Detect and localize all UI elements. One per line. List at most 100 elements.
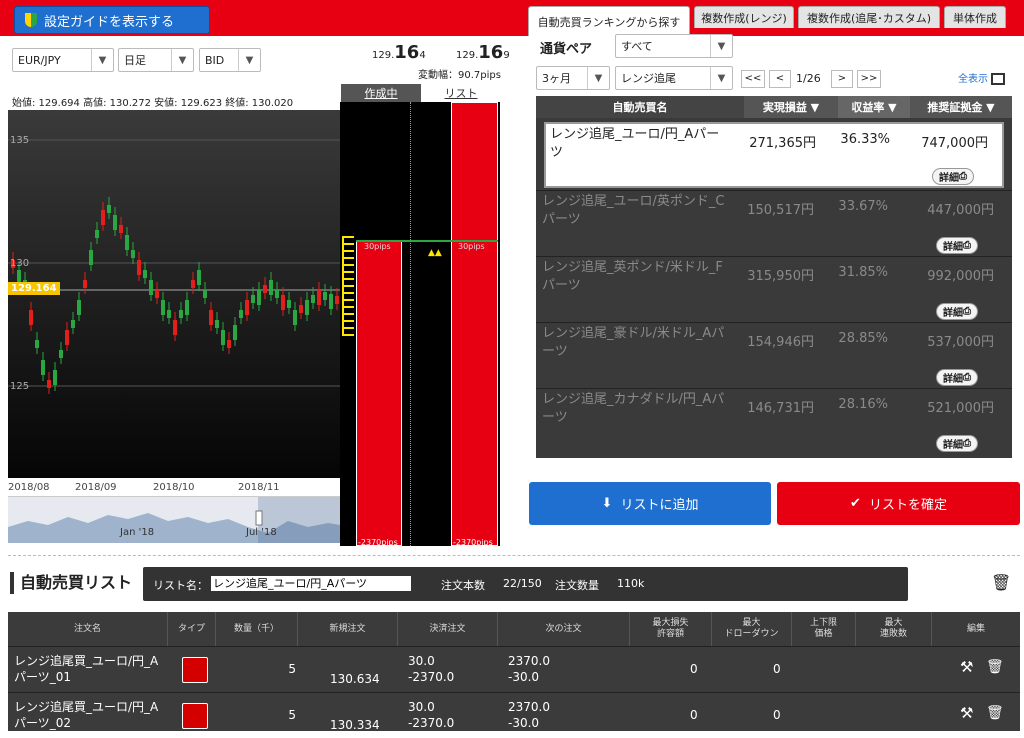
pager-prev[interactable]: < [769, 70, 791, 88]
add-to-list-button[interactable]: ⬇ リストに追加 [529, 482, 771, 525]
detail-button[interactable]: 詳細 ⎙ [936, 237, 978, 254]
order-panel[interactable]: 30pips 30pips -2370pips -2370pips ▲▲ [340, 102, 500, 547]
delete-icon[interactable]: 🗑 [986, 659, 1004, 675]
x-label: 2018/08 [8, 482, 50, 493]
tab-multi-custom[interactable]: 複数作成(追尾･カスタム) [798, 6, 940, 28]
candle-body [293, 310, 297, 325]
pager-next[interactable]: > [831, 70, 853, 88]
chevron-down-icon: ▼ [238, 49, 260, 71]
candle-body [101, 210, 105, 225]
x-label: 2018/10 [153, 482, 195, 493]
candle-body [305, 300, 309, 315]
arrow-up-icon: ▲▲ [428, 248, 442, 258]
order-bar-right [451, 102, 498, 546]
chevron-down-icon: ▼ [710, 35, 732, 57]
candle-body [59, 350, 63, 358]
detail-button[interactable]: 詳細 ⎙ [936, 369, 978, 386]
candle-body [113, 215, 117, 230]
table-row[interactable]: レンジ追尾買_ユーロ/円_Aパーツ_02 5 130.334 30.0 -237… [8, 692, 1020, 738]
tab-single[interactable]: 単体作成 [944, 6, 1006, 28]
candle-body [263, 285, 267, 293]
candle-body [107, 205, 111, 213]
period-select[interactable]: 3ヶ月 ▼ [536, 66, 610, 90]
candle-body [71, 320, 75, 328]
pair-label: 通貨ペア [540, 42, 593, 57]
pager-last[interactable]: >> [857, 70, 881, 88]
candle-body [329, 294, 333, 309]
ohlc-values: 始値: 129.694 高値: 130.272 安値: 129.623 終値: … [12, 98, 294, 109]
candle-body [281, 295, 285, 310]
y-label-125: 125 [10, 381, 29, 392]
edit-tools-icon[interactable]: ⚒ [960, 659, 973, 675]
table-row[interactable]: レンジ追尾買_ユーロ/円_Aパーツ_01 5 130.634 30.0 -237… [8, 646, 1020, 692]
price-ladder [342, 236, 354, 336]
candle-body [251, 295, 255, 303]
pair-select[interactable]: EUR/JPY ▼ [12, 48, 114, 72]
confirm-list-button[interactable]: ✔ リストを確定 [777, 482, 1020, 525]
x-label: 2018/09 [75, 482, 117, 493]
y-label-130: 130 [10, 258, 29, 269]
side-select[interactable]: BID ▼ [199, 48, 261, 72]
candle-body [185, 300, 189, 315]
edit-tools-icon[interactable]: ⚒ [960, 705, 973, 721]
col-rate[interactable]: 収益率 ▼ [838, 96, 910, 118]
chevron-down-icon: ▼ [171, 49, 193, 71]
candles-group [11, 197, 339, 394]
ranking-row[interactable]: レンジ追尾_カナダドル/円_Aパーツ 146,731円 28.16% 521,0… [536, 388, 1012, 454]
candle-body [179, 310, 183, 318]
candle-body [161, 300, 165, 315]
price-chart[interactable]: 135 130 125 129.164 [8, 110, 340, 478]
candle-body [89, 250, 93, 265]
ranking-header: 自動売買名 実現損益 ▼ 収益率 ▼ 推奨証拠金 ▼ [536, 96, 1012, 118]
col-name: 自動売買名 [612, 101, 668, 114]
candle-body [35, 340, 39, 348]
candle-body [323, 292, 327, 300]
timeframe-select[interactable]: 日足 ▼ [118, 48, 194, 72]
current-price-tag: 129.164 [8, 282, 60, 295]
y-label-135: 135 [10, 135, 29, 146]
candle-body [245, 300, 249, 315]
candle-body [131, 250, 135, 258]
range-type-icon [182, 703, 208, 729]
candle-body [335, 296, 339, 304]
show-all-link[interactable]: 全表示 [958, 70, 1006, 85]
candle-body [203, 290, 207, 298]
candle-body [173, 320, 177, 335]
tab-multi-range[interactable]: 複数作成(レンジ) [694, 6, 794, 28]
tab-list[interactable]: リスト [421, 84, 501, 102]
detail-button[interactable]: 詳細 ⎙ [932, 168, 974, 185]
candle-body [47, 380, 51, 388]
strategy-select[interactable]: レンジ追尾 ▼ [615, 66, 733, 90]
pager-first[interactable]: << [741, 70, 765, 88]
candle-body [287, 300, 291, 308]
candle-body [233, 325, 237, 340]
candle-body [119, 225, 123, 233]
ranking-row[interactable]: レンジ追尾_英ポンド/米ドル_Fパーツ 315,950円 31.85% 992,… [536, 256, 1012, 322]
tab-ranking[interactable]: 自動売買ランキングから探す [528, 6, 690, 36]
col-margin[interactable]: 推奨証拠金 ▼ [910, 96, 1012, 118]
time-axis: 2018/08 2018/09 2018/10 2018/11 Jan '18 … [8, 478, 340, 544]
ranking-row[interactable]: レンジ追尾_ユーロ/英ポンド_Cパーツ 150,517円 33.67% 447,… [536, 190, 1012, 256]
candle-body [143, 270, 147, 278]
ranking-row[interactable]: レンジ追尾_ユーロ/円_Aパーツ 271,365円 36.33% 747,000… [544, 122, 1004, 188]
detail-button[interactable]: 詳細 ⎙ [936, 435, 978, 452]
navigator[interactable]: Jan '18 Jul '18 [8, 496, 340, 543]
list-name-input[interactable]: レンジ追尾_ユーロ/円_Aパーツ [211, 576, 411, 591]
candle-body [317, 290, 321, 305]
expand-icon [991, 73, 1006, 85]
candle-body [125, 235, 129, 250]
candle-body [215, 320, 219, 328]
col-profit[interactable]: 実現損益 ▼ [744, 96, 838, 118]
tab-creating[interactable]: 作成中 [341, 84, 421, 102]
trash-icon[interactable]: 🗑 [991, 573, 1011, 592]
beginner-leaf-icon [25, 13, 37, 27]
candle-body [65, 330, 69, 345]
ranking-row[interactable]: レンジ追尾_豪ドル/米ドル_Aパーツ 154,946円 28.85% 537,0… [536, 322, 1012, 388]
detail-button[interactable]: 詳細 ⎙ [936, 303, 978, 320]
pair-filter-select[interactable]: すべて ▼ [615, 34, 733, 58]
candle-body [53, 370, 57, 385]
delete-icon[interactable]: 🗑 [986, 705, 1004, 721]
range-type-icon [182, 657, 208, 683]
show-guide-button[interactable]: 設定ガイドを表示する [14, 6, 210, 34]
list-info-bar: リスト名： レンジ追尾_ユーロ/円_Aパーツ 注文本数 22/150 注文数量 … [143, 567, 908, 601]
